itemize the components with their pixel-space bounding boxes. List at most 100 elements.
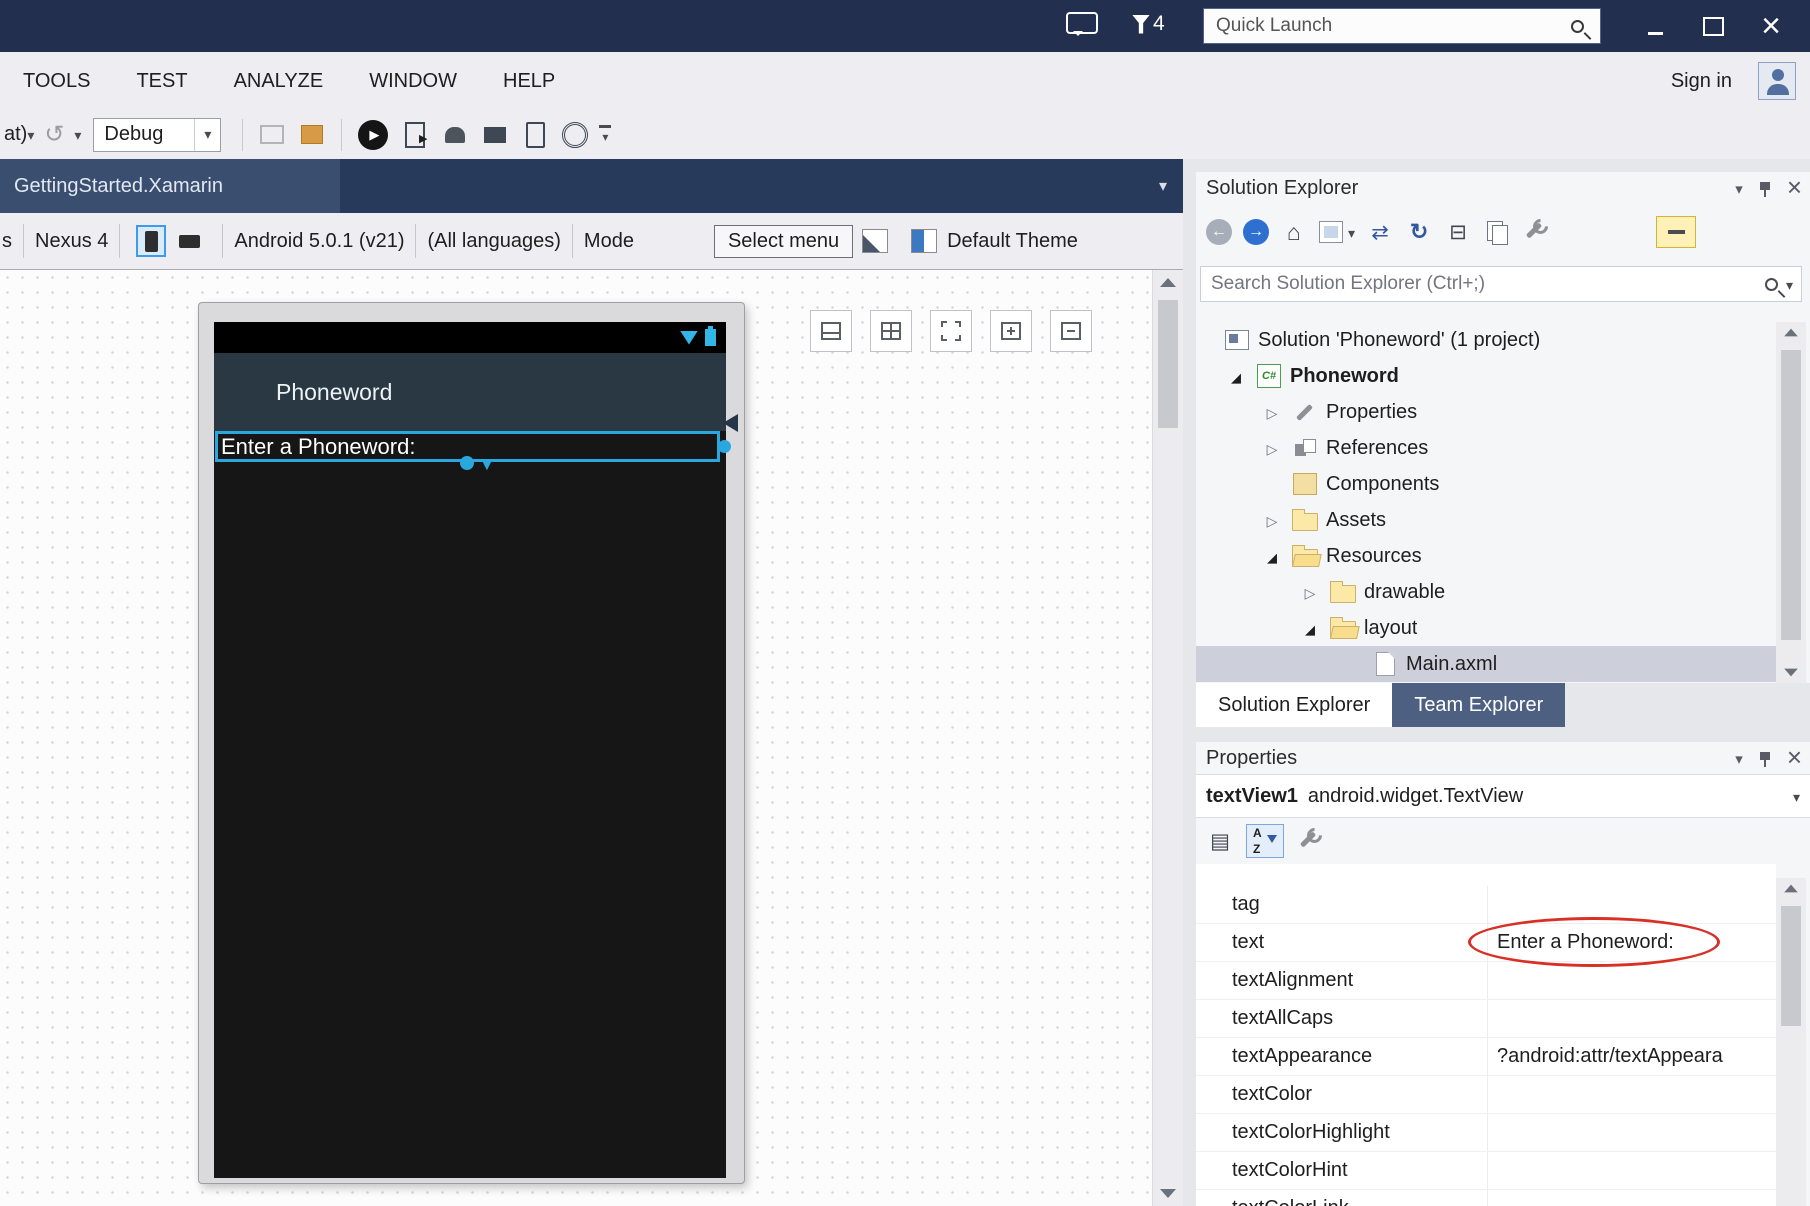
scrollbar-thumb[interactable]	[1781, 350, 1801, 640]
maximize-button[interactable]	[1684, 4, 1742, 48]
categorized-icon[interactable]	[1206, 827, 1234, 855]
anchor-chevron-icon[interactable]	[480, 453, 494, 476]
android-version-selector[interactable]: Android 5.0.1 (v21)	[234, 230, 404, 253]
chevron-down-icon[interactable]	[74, 123, 81, 146]
language-selector[interactable]: (All languages)	[427, 230, 560, 253]
solution-search-input[interactable]	[1201, 273, 1765, 295]
expander-expanded-icon[interactable]	[1292, 617, 1328, 640]
properties-wrench-icon[interactable]	[1522, 218, 1550, 246]
scroll-up-icon[interactable]	[1160, 278, 1176, 287]
toolbar-overflow-icon[interactable]	[599, 125, 611, 144]
tab-list-chevron-icon[interactable]	[1159, 159, 1167, 213]
tree-item-layout[interactable]: layout	[1196, 610, 1776, 646]
scrollbar-thumb[interactable]	[1158, 300, 1178, 428]
close-icon[interactable]	[1787, 744, 1802, 772]
menu-help[interactable]: HELP	[480, 70, 578, 93]
tree-item-assets[interactable]: Assets	[1196, 502, 1776, 538]
expander-collapsed-icon[interactable]	[1254, 509, 1290, 532]
document-vertical-scrollbar[interactable]	[1152, 270, 1183, 1206]
zoom-out-button[interactable]	[1050, 310, 1092, 352]
property-pages-wrench-icon[interactable]	[1296, 827, 1324, 855]
mode-label[interactable]: Mode	[584, 230, 634, 253]
menu-tools[interactable]: TOOLS	[0, 70, 113, 93]
tab-solution-explorer[interactable]: Solution Explorer	[1196, 683, 1392, 727]
chevron-down-icon[interactable]	[1793, 785, 1800, 808]
device-selector[interactable]: Nexus 4	[35, 230, 108, 253]
scroll-up-icon[interactable]	[1784, 885, 1798, 893]
device-options-icon[interactable]	[560, 120, 590, 150]
notifications-filter[interactable]: 4	[1132, 12, 1165, 36]
menu-test[interactable]: TEST	[113, 70, 210, 93]
sort-alphabetical-icon[interactable]	[1246, 824, 1284, 858]
run-on-device-icon[interactable]	[400, 120, 430, 150]
solution-explorer-scrollbar[interactable]	[1776, 322, 1806, 683]
show-all-files-icon[interactable]	[1483, 218, 1511, 246]
scroll-down-icon[interactable]	[1160, 1189, 1176, 1198]
phone-screen[interactable]: Phoneword Enter a Phoneword:	[214, 322, 726, 1178]
tab-team-explorer[interactable]: Team Explorer	[1392, 683, 1565, 727]
solution-search-box[interactable]	[1200, 266, 1802, 302]
sign-in-avatar-icon[interactable]	[1758, 62, 1796, 100]
zoom-in-button[interactable]	[990, 310, 1032, 352]
portrait-orientation-button[interactable]	[136, 225, 166, 257]
android-emulator-icon[interactable]	[440, 120, 470, 150]
close-button[interactable]	[1742, 4, 1800, 48]
selected-object-dropdown[interactable]: textView1 android.widget.TextView	[1196, 774, 1810, 818]
expander-collapsed-icon[interactable]	[1254, 437, 1290, 460]
sync-active-document-icon[interactable]	[1366, 218, 1394, 246]
debug-configuration-dropdown[interactable]: Debug	[93, 118, 221, 152]
theme-selector[interactable]: Default Theme	[947, 230, 1078, 253]
start-debugging-button[interactable]	[358, 120, 388, 150]
sign-in-link[interactable]: Sign in	[1671, 70, 1732, 93]
expander-collapsed-icon[interactable]	[1292, 581, 1328, 604]
tree-item-references[interactable]: References	[1196, 430, 1776, 466]
tree-item-properties[interactable]: Properties	[1196, 394, 1776, 430]
fit-page-button[interactable]	[810, 310, 852, 352]
package-icon[interactable]	[297, 120, 327, 150]
forward-icon[interactable]	[1243, 219, 1269, 245]
device-portrait-icon[interactable]	[520, 120, 550, 150]
back-icon[interactable]	[1206, 219, 1232, 245]
screenshot-icon[interactable]	[480, 120, 510, 150]
tree-item-drawable[interactable]: drawable	[1196, 574, 1776, 610]
theme-swatch-icon[interactable]	[911, 229, 937, 253]
grid-view-button[interactable]	[870, 310, 912, 352]
pin-icon[interactable]	[1759, 180, 1771, 197]
tree-item-components[interactable]: Components	[1196, 466, 1776, 502]
close-icon[interactable]	[1787, 174, 1802, 202]
tree-item-phoneword[interactable]: Phoneword	[1196, 358, 1776, 394]
panel-menu-chevron-icon[interactable]	[1735, 177, 1743, 200]
menu-analyze[interactable]: ANALYZE	[211, 70, 347, 93]
designer-canvas[interactable]: Phoneword Enter a Phoneword:	[0, 270, 1183, 1206]
scroll-down-icon[interactable]	[1784, 669, 1798, 677]
pin-icon[interactable]	[1759, 750, 1771, 767]
attach-debugger-icon[interactable]	[257, 120, 287, 150]
navigate-back-icon[interactable]	[39, 120, 69, 150]
landscape-orientation-button[interactable]	[171, 225, 207, 257]
home-icon[interactable]	[1280, 218, 1308, 246]
quick-launch-box[interactable]	[1203, 8, 1601, 44]
scroll-up-icon[interactable]	[1784, 329, 1798, 337]
refresh-icon[interactable]	[1405, 218, 1433, 246]
expander-expanded-icon[interactable]	[1218, 365, 1254, 388]
tree-item-main-axml[interactable]: Main.axml	[1196, 646, 1776, 682]
selection-anchor-handle[interactable]	[460, 456, 474, 470]
chevron-down-icon[interactable]	[27, 123, 34, 146]
collapse-all-icon[interactable]	[1444, 218, 1472, 246]
zoom-selection-button[interactable]	[930, 310, 972, 352]
panel-menu-chevron-icon[interactable]	[1735, 747, 1743, 770]
menu-window[interactable]: WINDOW	[346, 70, 480, 93]
action-bar-shade-icon[interactable]	[862, 229, 888, 253]
scrollbar-thumb[interactable]	[1781, 906, 1801, 1026]
chevron-down-icon[interactable]	[1786, 273, 1793, 296]
feedback-comment-icon[interactable]	[1066, 12, 1098, 34]
tree-item-resources[interactable]: Resources	[1196, 538, 1776, 574]
selection-resize-handle[interactable]	[718, 440, 731, 453]
document-tab[interactable]: GettingStarted.Xamarin	[0, 159, 340, 213]
properties-scrollbar[interactable]	[1776, 878, 1806, 1206]
quick-launch-input[interactable]	[1204, 15, 1571, 37]
expander-collapsed-icon[interactable]	[1254, 401, 1290, 424]
minimize-button[interactable]	[1626, 4, 1684, 48]
tree-item-solution[interactable]: Solution 'Phoneword' (1 project)	[1196, 322, 1776, 358]
preview-selected-items-toggle[interactable]	[1656, 216, 1696, 248]
